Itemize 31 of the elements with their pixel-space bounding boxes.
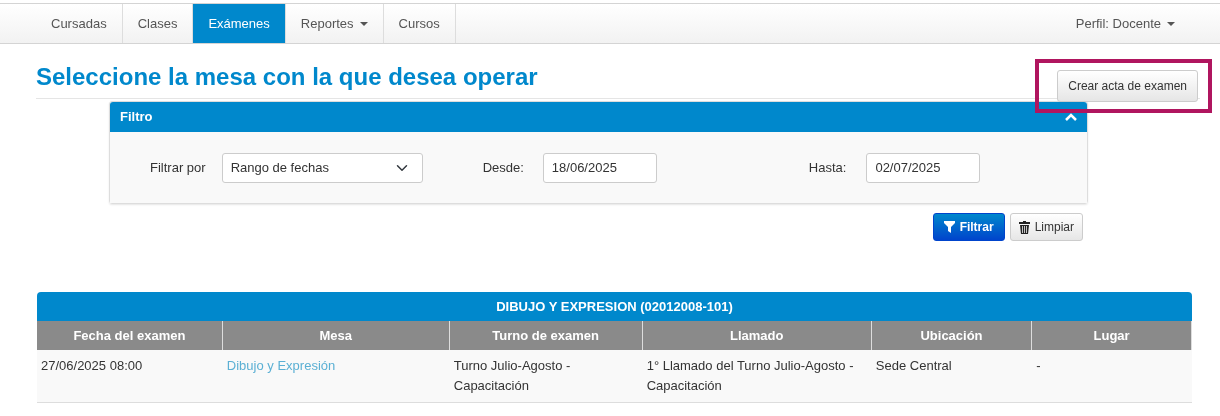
table-cell: Sede Central (871, 350, 1033, 403)
nav-tab[interactable]: Reportes (285, 4, 384, 43)
trash-icon (1018, 220, 1030, 234)
page-title: Seleccione la mesa con la que desea operar (36, 62, 538, 92)
funnel-icon (943, 221, 955, 233)
collapse-icon[interactable] (1065, 112, 1077, 122)
date-field[interactable]: 18/06/2025 (542, 152, 657, 183)
table-cell: 27/06/2025 08:00 (37, 350, 223, 403)
date-field[interactable]: 02/07/2025 (866, 152, 981, 183)
clear-button[interactable]: Limpiar (1009, 213, 1083, 241)
table-cell: 1° Llamado del Turno Julio-Agosto - Capacitación (642, 350, 872, 403)
table-title: DIBUJO Y EXPRESION (02012008-101) (37, 292, 1192, 321)
field-label: Hasta: (808, 158, 847, 177)
filter-button[interactable]: Filtrar (932, 213, 1005, 241)
column-header: Ubicación (871, 321, 1033, 350)
column-header: Lugar (1032, 321, 1192, 350)
column-header: Turno de examen (449, 321, 643, 350)
nav-tab[interactable]: Cursos (383, 4, 456, 43)
profile-menu[interactable]: Perfil: Docente (1060, 4, 1190, 43)
panel-title: Filtro (120, 108, 153, 127)
filter-select[interactable]: Rango de fechas (221, 152, 423, 183)
field-label: Desde: (482, 158, 524, 177)
table-cell: - (1032, 350, 1192, 403)
column-header: Mesa (222, 321, 450, 350)
column-header: Llamado (642, 321, 872, 350)
nav-tab[interactable]: Cursadas (36, 4, 123, 43)
column-header: Fecha del examen (37, 321, 223, 350)
table-cell: Turno Julio-Agosto - Capacitación (449, 350, 643, 403)
nav-tab[interactable]: Exámenes (193, 4, 286, 43)
field-label: Filtrar por (150, 158, 206, 177)
create-record-button[interactable]: Crear acta de examen (1057, 70, 1198, 102)
